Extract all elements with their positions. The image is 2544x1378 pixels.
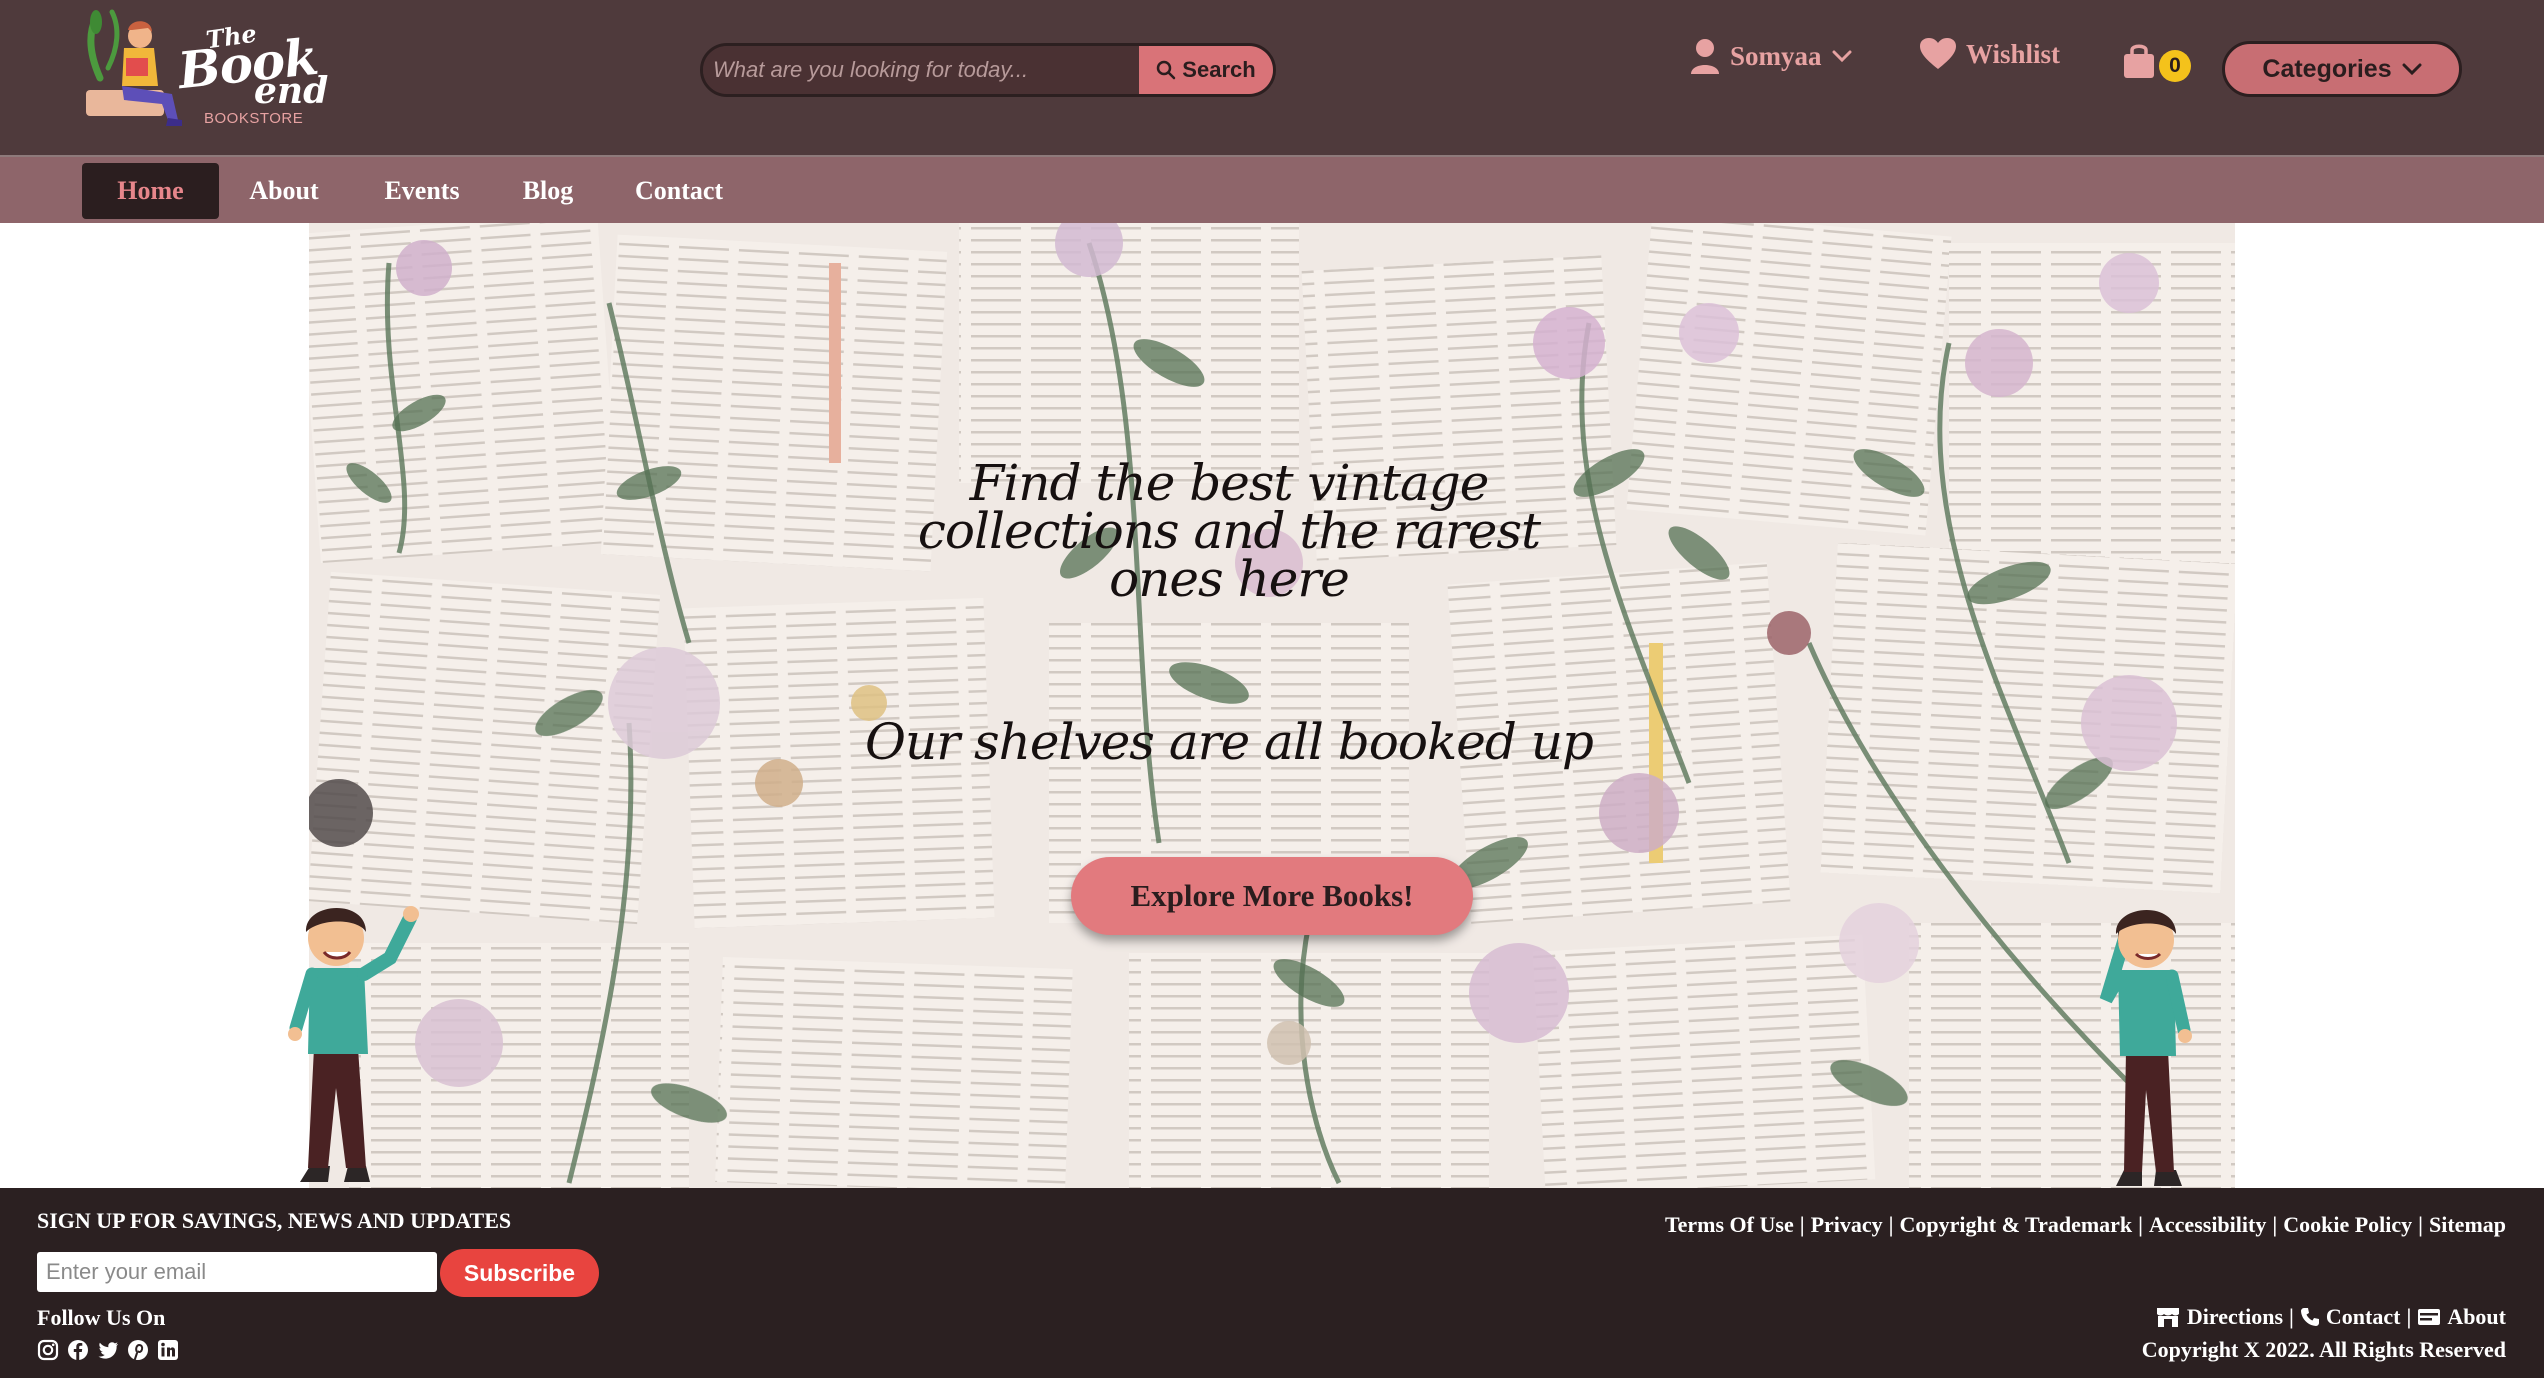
terms-link[interactable]: Terms Of Use bbox=[1665, 1212, 1794, 1237]
user-name: Somyaa bbox=[1730, 40, 1822, 71]
id-card-icon bbox=[2417, 1307, 2441, 1327]
search-button-label: Search bbox=[1182, 57, 1256, 82]
follow-us-label: Follow Us On bbox=[37, 1305, 166, 1330]
email-field[interactable] bbox=[37, 1252, 437, 1292]
directions-link[interactable]: Directions bbox=[2187, 1304, 2283, 1330]
site-header: The Book end BOOKSTORE Search Somyaa Wis… bbox=[0, 0, 2544, 157]
copyright-trademark-link[interactable]: Copyright & Trademark bbox=[1900, 1212, 2133, 1237]
categories-label: Categories bbox=[2262, 54, 2392, 83]
about-link[interactable]: About bbox=[2447, 1304, 2506, 1330]
cart-count-badge: 0 bbox=[2159, 50, 2191, 82]
heart-icon bbox=[1920, 38, 1956, 69]
subscribe-button[interactable]: Subscribe bbox=[440, 1249, 599, 1297]
user-icon bbox=[1691, 39, 1719, 74]
cookie-policy-link[interactable]: Cookie Policy bbox=[2283, 1212, 2412, 1237]
copyright-text: Copyright X 2022. All Rights Reserved bbox=[2141, 1337, 2506, 1362]
separator: | bbox=[2272, 1212, 2278, 1237]
store-icon bbox=[2155, 1306, 2181, 1328]
wishlist-link[interactable]: Wishlist bbox=[1920, 38, 2060, 70]
wishlist-label: Wishlist bbox=[1966, 38, 2061, 69]
chevron-down-icon bbox=[2402, 63, 2422, 76]
categories-button[interactable]: Categories bbox=[2222, 41, 2462, 97]
search-bar: Search bbox=[700, 43, 1276, 97]
newsletter-heading: SIGN UP FOR SAVINGS, NEWS AND UPDATES bbox=[37, 1208, 512, 1233]
cart-button[interactable]: 0 bbox=[2122, 38, 2192, 88]
social-links bbox=[37, 1339, 179, 1361]
linkedin-icon[interactable] bbox=[157, 1339, 179, 1361]
sitemap-link[interactable]: Sitemap bbox=[2429, 1212, 2506, 1237]
user-menu[interactable]: Somyaa bbox=[1690, 38, 1852, 74]
footer-legal-links: Terms Of Use | Privacy | Copyright & Tradema… bbox=[1665, 1212, 2506, 1238]
footer-info-links: Directions | Contact | About bbox=[2155, 1304, 2506, 1330]
search-icon bbox=[1157, 60, 1176, 80]
main-nav: Home About Events Blog Contact bbox=[0, 157, 2544, 223]
hero-subtitle: Our shelves are all booked up bbox=[865, 713, 1594, 771]
nav-item-contact[interactable]: Contact bbox=[624, 163, 734, 219]
instagram-icon[interactable] bbox=[37, 1339, 59, 1361]
accessibility-link[interactable]: Accessibility bbox=[2149, 1212, 2266, 1237]
contact-link[interactable]: Contact bbox=[2326, 1304, 2401, 1330]
hero-banner: Find the best vintage collections and th… bbox=[309, 223, 2235, 1188]
reader-illustration-icon bbox=[86, 9, 182, 126]
shopping-bag-icon bbox=[2124, 44, 2154, 78]
brand-line-end: end bbox=[254, 70, 329, 112]
search-button[interactable]: Search bbox=[1139, 46, 1273, 94]
twitter-icon[interactable] bbox=[97, 1339, 119, 1361]
pinterest-icon[interactable] bbox=[127, 1339, 149, 1361]
waving-man-illustration-icon bbox=[288, 906, 419, 1182]
brand-logo[interactable]: The Book end BOOKSTORE bbox=[82, 8, 328, 140]
separator: | bbox=[1799, 1212, 1805, 1237]
nav-item-home[interactable]: Home bbox=[82, 163, 219, 219]
nav-item-events[interactable]: Events bbox=[372, 163, 472, 219]
phone-icon bbox=[2300, 1307, 2320, 1327]
phone-man-illustration-icon bbox=[2099, 909, 2192, 1186]
search-input[interactable] bbox=[703, 46, 1139, 94]
separator: | bbox=[2406, 1304, 2412, 1329]
hero-title: Find the best vintage collections and th… bbox=[917, 454, 1541, 608]
explore-books-button[interactable]: Explore More Books! bbox=[1071, 857, 1473, 935]
chevron-down-icon bbox=[1832, 50, 1852, 63]
brand-subtitle: BOOKSTORE bbox=[204, 110, 304, 127]
separator: | bbox=[2418, 1212, 2423, 1237]
books-flowers-background bbox=[309, 223, 2235, 1188]
nav-item-blog[interactable]: Blog bbox=[508, 163, 588, 219]
separator: | bbox=[2289, 1304, 2294, 1329]
site-footer: SIGN UP FOR SAVINGS, NEWS AND UPDATES Su… bbox=[0, 1188, 2544, 1378]
separator: | bbox=[2138, 1212, 2144, 1237]
facebook-icon[interactable] bbox=[67, 1339, 89, 1361]
privacy-link[interactable]: Privacy bbox=[1811, 1212, 1883, 1237]
nav-item-about[interactable]: About bbox=[236, 163, 332, 219]
separator: | bbox=[1888, 1212, 1894, 1237]
